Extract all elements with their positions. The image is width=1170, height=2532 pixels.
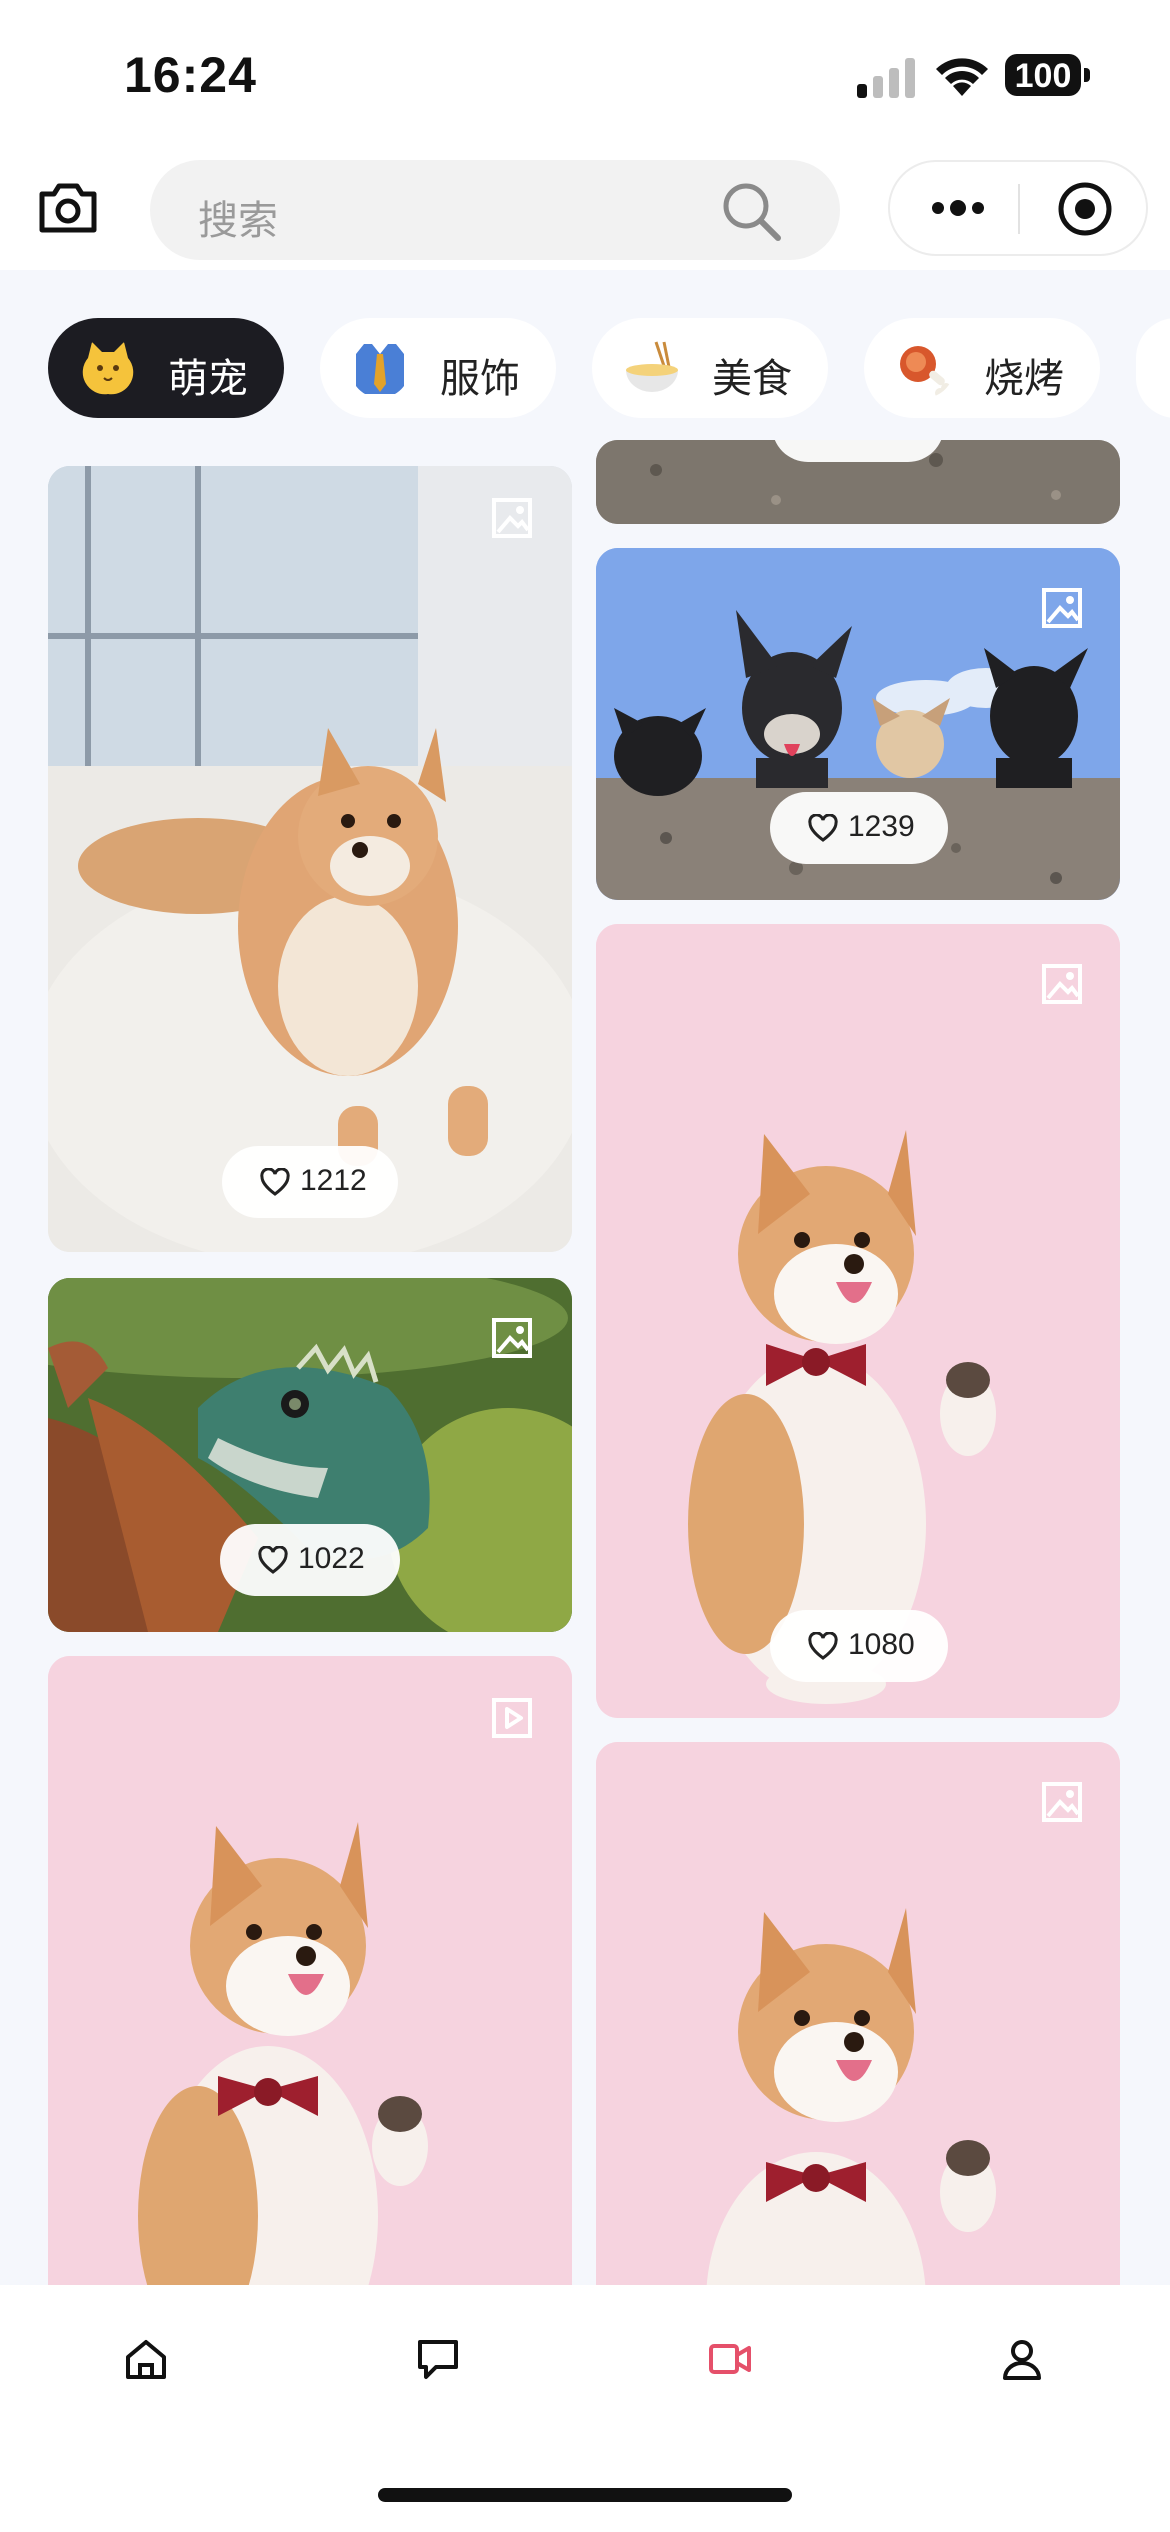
like-badge[interactable]: 1239 [770, 792, 948, 864]
heart-icon [808, 814, 838, 842]
search-input[interactable]: 搜索 [150, 160, 840, 260]
shiba-on-rug-photo [48, 466, 572, 1252]
like-badge[interactable]: 1080 [770, 1610, 948, 1682]
category-chip-pets[interactable]: 萌宠 [48, 318, 284, 418]
category-bar: 萌宠 服饰 美食 烧烤 [0, 318, 1170, 422]
close-miniprogram-icon[interactable] [1056, 180, 1114, 238]
wifi-icon [936, 58, 988, 96]
video-icon[interactable] [708, 2337, 752, 2381]
heart-icon [258, 1546, 288, 1574]
home-indicator [378, 2488, 792, 2502]
image-type-icon [1042, 588, 1082, 628]
like-count: 1212 [300, 1164, 367, 1197]
shirt-tie-emoji-icon [356, 344, 404, 394]
feed-card[interactable]: 1080 [596, 924, 1120, 1718]
heart-icon [808, 1632, 838, 1660]
category-chip-bbq[interactable]: 烧烤 [864, 318, 1100, 418]
category-label: 服饰 [440, 357, 520, 401]
battery-level: 100 [1014, 57, 1072, 95]
category-chip-food[interactable]: 美食 [592, 318, 828, 418]
like-badge[interactable]: 1022 [220, 1524, 400, 1596]
feed-card[interactable] [596, 440, 1120, 524]
like-count: 1239 [848, 810, 915, 843]
camera-icon[interactable] [36, 178, 100, 238]
like-count: 1080 [848, 1628, 915, 1661]
profile-icon[interactable] [1000, 2337, 1044, 2381]
video-type-icon [492, 1698, 532, 1738]
cellular-signal-icon [857, 58, 915, 98]
shiba-bowtie-photo [48, 1656, 572, 2316]
like-badge[interactable] [772, 440, 944, 462]
category-label: 烧烤 [984, 357, 1064, 401]
feed-card[interactable]: 1239 [596, 548, 1120, 900]
battery-icon: 100 [1005, 54, 1091, 98]
feed-card[interactable]: 1022 [48, 1278, 572, 1632]
image-type-icon [1042, 1782, 1082, 1822]
feed-card[interactable] [596, 1742, 1120, 2316]
meat-on-bone-emoji-icon [900, 346, 951, 398]
status-bar: 16:24 100 [0, 0, 1170, 150]
shiba-bowtie-photo [596, 1742, 1120, 2316]
chat-icon[interactable] [416, 2337, 460, 2381]
shiba-bowtie-photo [596, 924, 1120, 1718]
miniprogram-capsule [888, 160, 1148, 256]
feed-card[interactable] [48, 1656, 572, 2316]
like-count: 1022 [298, 1542, 365, 1575]
category-label: 美食 [712, 357, 792, 401]
heart-icon [260, 1168, 290, 1196]
status-time: 16:24 [124, 47, 257, 103]
image-type-icon [492, 1318, 532, 1358]
capsule-divider [1018, 184, 1020, 234]
feed-card[interactable]: 1212 [48, 466, 572, 1252]
image-type-icon [1042, 964, 1082, 1004]
home-icon[interactable] [124, 2337, 168, 2381]
search-icon[interactable] [720, 180, 782, 242]
noodles-emoji-icon [626, 341, 678, 392]
more-icon[interactable] [928, 190, 988, 226]
image-type-icon [492, 498, 532, 538]
category-chip-partial[interactable] [1136, 318, 1170, 418]
search-placeholder: 搜索 [198, 199, 278, 243]
cat-emoji-icon [82, 342, 134, 395]
category-label: 萌宠 [168, 357, 248, 401]
like-badge[interactable]: 1212 [222, 1146, 398, 1218]
category-chip-clothing[interactable]: 服饰 [320, 318, 556, 418]
top-bar: 搜索 [0, 150, 1170, 270]
